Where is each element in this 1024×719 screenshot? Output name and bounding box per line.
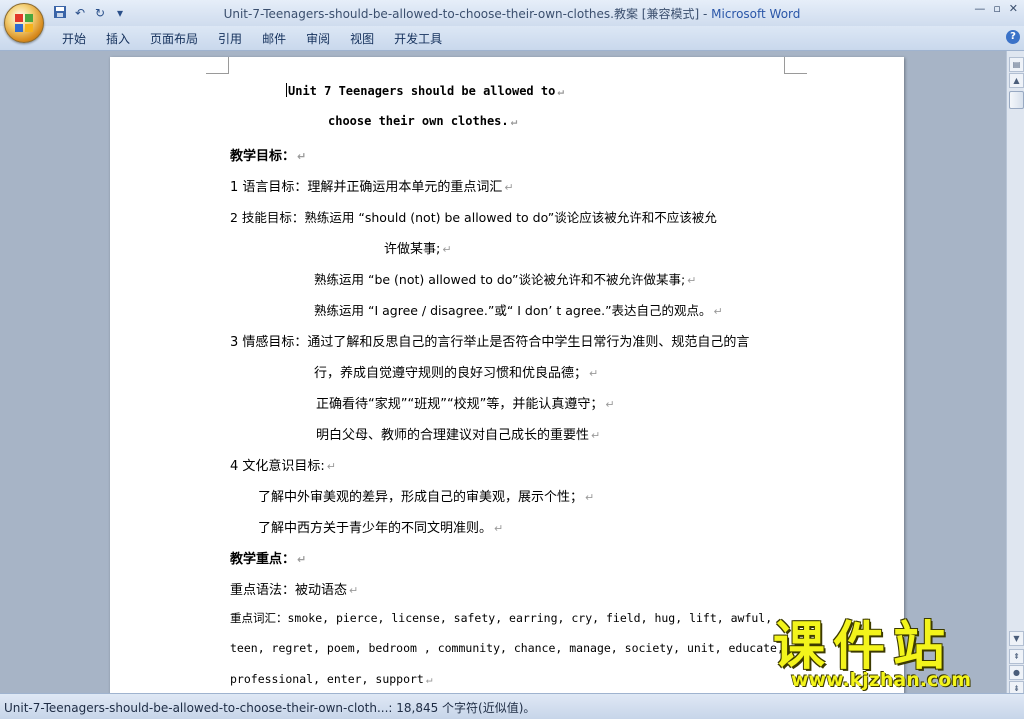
doc-line: 了解中西方关于青少年的不同文明准则。 ↵ <box>258 521 504 536</box>
doc-line: 明白父母、教师的合理建议对自己成长的重要性 ↵ <box>316 428 601 443</box>
doc-title-line-2: choose their own clothes. ↵ <box>328 114 518 128</box>
ribbon-tabs: 开始 插入 页面布局 引用 邮件 审阅 视图 开发工具 <box>52 30 452 48</box>
help-icon[interactable]: ? <box>1006 30 1020 44</box>
watermark: 课件站 www.kjzhan.com <box>773 617 1009 692</box>
doc-line: 熟练运用 “be (not) allowed to do”谈论被允许和不被允许做… <box>314 272 697 287</box>
doc-line: 1 语言目标：理解并正确运用本单元的重点词汇 ↵ <box>230 180 514 195</box>
doc-line: 重点词汇：smoke, pierce, license, safety, ear… <box>230 611 773 625</box>
minimize-icon[interactable]: — <box>974 2 985 15</box>
scroll-up-icon[interactable]: ▲ <box>1009 73 1024 88</box>
ruler-toggle-icon[interactable]: ▤ <box>1009 57 1024 72</box>
close-icon[interactable]: ✕ <box>1009 2 1018 15</box>
doc-line: 熟练运用 “I agree / disagree.”或“ I don’ t ag… <box>314 303 723 318</box>
text-cursor <box>286 83 287 97</box>
document-area: Unit 7 Teenagers should be allowed to ↵ c… <box>0 51 1006 693</box>
doc-line: 行，养成自觉遵守规则的良好习惯和优良品德； ↵ <box>314 366 599 381</box>
doc-line: 教学目标： ↵ <box>230 149 307 164</box>
watermark-title: 课件站 <box>773 617 954 677</box>
document-page[interactable]: Unit 7 Teenagers should be allowed to ↵ c… <box>110 57 904 693</box>
doc-line: 教学重点： ↵ <box>230 552 307 567</box>
tab-insert[interactable]: 插入 <box>96 30 140 48</box>
doc-line: professional, enter, support ↵ <box>230 672 433 686</box>
doc-line: 了解中外审美观的差异，形成自己的审美观，展示个性； ↵ <box>258 490 595 505</box>
window-title: Unit-7-Teenagers-should-be-allowed-to-ch… <box>0 5 1024 22</box>
margin-mark-right <box>784 57 807 74</box>
restore-icon[interactable]: ▫ <box>993 2 1000 15</box>
tab-review[interactable]: 审阅 <box>296 30 340 48</box>
watermark-url: www.kjzhan.com <box>791 669 972 691</box>
ribbon-tabs-bar: 开始 插入 页面布局 引用 邮件 审阅 视图 开发工具 ? <box>0 26 1024 51</box>
status-bar: Unit-7-Teenagers-should-be-allowed-to-ch… <box>0 693 1024 719</box>
window-controls: — ▫ ✕ <box>974 2 1018 15</box>
office-button[interactable] <box>4 3 44 43</box>
previous-page-icon[interactable]: ⇞ <box>1009 649 1024 664</box>
doc-line: 3 情感目标：通过了解和反思自己的言行举止是否符合中学生日常行为准则、规范自己的… <box>230 335 750 350</box>
title-separator: - <box>699 7 712 21</box>
tab-page-layout[interactable]: 页面布局 <box>140 30 208 48</box>
doc-line: 重点语法：被动语态 ↵ <box>230 583 359 598</box>
select-browse-object-icon[interactable]: ● <box>1009 665 1024 680</box>
doc-line: 许做某事; ↵ <box>384 242 452 257</box>
tab-mailings[interactable]: 邮件 <box>252 30 296 48</box>
tab-view[interactable]: 视图 <box>340 30 384 48</box>
margin-mark-left <box>206 57 229 74</box>
tab-developer[interactable]: 开发工具 <box>384 30 452 48</box>
scroll-down-icon[interactable]: ▼ <box>1009 631 1024 646</box>
doc-line: 2 技能目标：熟练运用 “should (not) be allowed to … <box>230 210 717 225</box>
tab-references[interactable]: 引用 <box>208 30 252 48</box>
doc-line: teen, regret, poem, bedroom , community,… <box>230 641 784 655</box>
tab-home[interactable]: 开始 <box>52 30 96 48</box>
title-bar: ↶ ↻ ▾ Unit-7-Teenagers-should-be-allowed… <box>0 0 1024 43</box>
status-word-count[interactable]: Unit-7-Teenagers-should-be-allowed-to-ch… <box>4 699 535 716</box>
doc-title-line-1: Unit 7 Teenagers should be allowed to ↵ <box>286 83 564 98</box>
doc-line: 4 文化意识目标: ↵ <box>230 459 337 474</box>
doc-line: 正确看待“家规”“班规”“校规”等，并能认真遵守； ↵ <box>316 397 615 412</box>
vertical-scrollbar[interactable]: ▤ ▲ ▼ ⇞ ● ⇟ <box>1006 51 1024 696</box>
office-logo-icon <box>15 14 33 32</box>
scroll-thumb[interactable] <box>1009 91 1024 109</box>
app-name: Microsoft Word <box>711 7 801 21</box>
document-title: Unit-7-Teenagers-should-be-allowed-to-ch… <box>223 7 700 21</box>
